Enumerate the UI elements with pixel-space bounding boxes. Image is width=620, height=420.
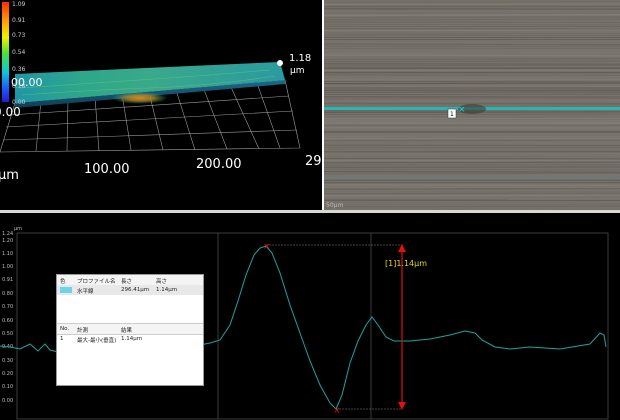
- measure-value-label: [1]1.14µm: [385, 259, 427, 268]
- y-axis-tick-label: 1.20: [2, 238, 13, 244]
- peak-height-label: 1.18: [289, 53, 311, 64]
- column-header-result: 結果: [121, 328, 133, 334]
- marker-number-label: 1: [450, 111, 454, 118]
- axis-origin-label: 0.00: [0, 105, 21, 119]
- y-axis-tick-label: 0.10: [2, 384, 13, 390]
- y-axis-tick-label: 0.60: [2, 318, 13, 324]
- 3d-view: 1.09 0.91 0.73 0.54 0.36 0.18 0.00 00.00…: [0, 1, 322, 183]
- profile-name-cell: 水平線: [77, 289, 94, 295]
- colorbar-overlay-label: 00.00: [11, 76, 43, 89]
- measure-no-cell: 1: [60, 336, 64, 342]
- y-axis-tick-label: 0.20: [2, 371, 13, 377]
- 3d-view-panel[interactable]: 1.09 0.91 0.73 0.54 0.36 0.18 0.00 00.00…: [0, 0, 322, 210]
- column-header-measure: 計測: [77, 328, 89, 334]
- colorbar-tick: 0.36: [12, 66, 26, 73]
- y-axis-tick-label: 0.80: [2, 291, 13, 297]
- y-axis-tick-label: 0.91: [2, 277, 13, 283]
- app-window: 1.09 0.91 0.73 0.54 0.36 0.18 0.00 00.00…: [0, 0, 620, 420]
- column-header-length: 長さ: [121, 279, 133, 285]
- column-header-color: 色: [60, 279, 66, 285]
- max-point-icon: ×: [263, 242, 271, 252]
- y-axis-tick-label: 1.24: [2, 231, 13, 237]
- peak-height-unit: µm: [290, 66, 305, 76]
- colorbar-tick: 0.54: [12, 49, 26, 56]
- y-axis-tick-label: 1.00: [2, 264, 13, 270]
- measurement-header: No. 計測 結果: [57, 323, 203, 335]
- axis-tick-label: 29: [305, 154, 322, 169]
- min-point-icon: ×: [333, 406, 341, 416]
- y-axis-tick-label: 0.50: [2, 331, 13, 337]
- color-scale-bar: [2, 2, 9, 102]
- optical-image: × 1 50µm: [324, 0, 620, 210]
- profile-length-cell: 296.41µm: [121, 287, 150, 293]
- axis-unit-label: µm: [0, 168, 19, 183]
- axis-tick-label: 100.00: [84, 162, 130, 177]
- colorbar-tick: 1.09: [12, 1, 26, 8]
- measure-type-cell: 最大-最小(垂直): [77, 338, 117, 344]
- colorbar-tick: 0.91: [12, 17, 26, 24]
- scale-label: 50µm: [326, 202, 343, 209]
- peak-marker-icon: [277, 60, 283, 66]
- colorbar-tick: 0.73: [12, 32, 26, 39]
- color-swatch: [60, 287, 72, 293]
- axis-tick-label: 200.00: [196, 157, 242, 172]
- y-axis-unit: µm: [14, 226, 22, 232]
- y-axis-tick-label: 1.10: [2, 251, 13, 257]
- column-header-no: No.: [60, 326, 70, 332]
- profile-height-cell: 1.14µm: [156, 287, 178, 293]
- profile-info-table[interactable]: 色 プロファイル名 長さ 高さ 水平線 296.41µm 1.14µm No. …: [56, 274, 204, 386]
- column-header-name: プロファイル名: [77, 279, 116, 285]
- y-axis-tick-label: 0.70: [2, 304, 13, 310]
- column-header-height: 高さ: [156, 279, 168, 285]
- y-axis-ticks: 1.241.201.101.000.910.800.700.600.500.40…: [2, 231, 13, 404]
- optical-image-panel[interactable]: × 1 50µm: [324, 0, 620, 210]
- 3d-surface: [15, 62, 285, 108]
- measure-result-cell: 1.14µm: [121, 336, 143, 342]
- y-axis-tick-label: 0.30: [2, 358, 13, 364]
- cross-marker-icon: ×: [458, 105, 466, 115]
- y-axis-tick-label: 0.00: [2, 398, 13, 404]
